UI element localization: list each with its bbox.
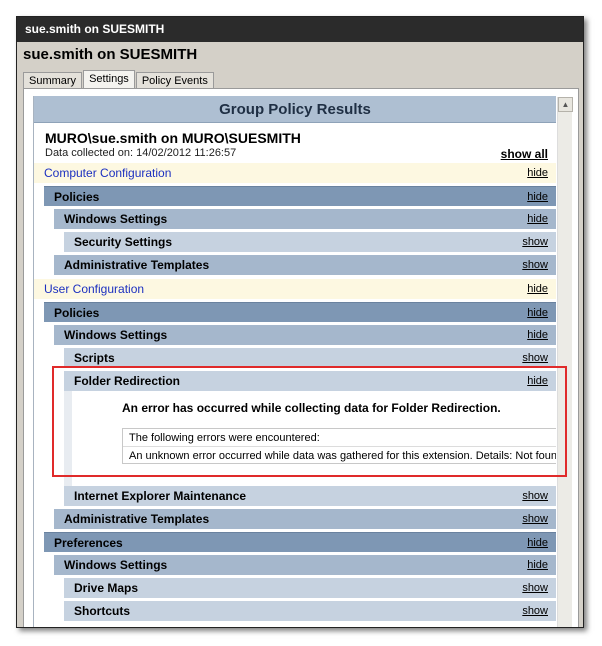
section-label: Policies (54, 190, 100, 204)
tab-strip: Summary Settings Policy Events (23, 70, 215, 89)
show-link[interactable]: show (522, 255, 548, 275)
folder-redirection-body: An error has occurred while collecting d… (64, 391, 556, 486)
show-all-link[interactable]: show all (501, 147, 548, 161)
section-label: Internet Explorer Maintenance (74, 489, 247, 503)
gp-report: Group Policy Results MURO\sue.smith on M… (33, 96, 556, 627)
section-user-configuration[interactable]: User Configuration hide (34, 279, 556, 299)
hide-link[interactable]: hide (527, 209, 548, 229)
section-label: Folder Redirection (74, 374, 181, 388)
section-preferences-windows-settings[interactable]: Windows Settings hide (54, 555, 556, 575)
section-computer-admin-templates[interactable]: Administrative Templates show (54, 255, 556, 275)
error-line: An unknown error occurred while data was… (123, 446, 556, 463)
section-shortcuts[interactable]: Shortcuts show (64, 601, 556, 621)
section-label: Windows Settings (64, 328, 168, 342)
user-line: MURO\sue.smith on MURO\SUESMITH (45, 130, 301, 146)
section-label: Scripts (74, 351, 115, 365)
section-label: Preferences (54, 536, 123, 550)
section-ie-maintenance[interactable]: Internet Explorer Maintenance show (64, 486, 556, 506)
page-title: sue.smith on SUESMITH (23, 46, 198, 63)
section-folder-redirection[interactable]: Folder Redirection hide (64, 371, 556, 391)
show-link[interactable]: show (522, 232, 548, 252)
section-scripts[interactable]: Scripts show (64, 348, 556, 368)
section-user-windows-settings[interactable]: Windows Settings hide (54, 325, 556, 345)
section-computer-policies[interactable]: Policies hide (44, 186, 556, 206)
hide-link[interactable]: hide (527, 187, 548, 207)
section-label: Policies (54, 306, 100, 320)
show-link[interactable]: show (522, 578, 548, 598)
section-user-admin-templates[interactable]: Administrative Templates show (54, 509, 556, 529)
hide-link[interactable]: hide (527, 279, 548, 299)
show-link[interactable]: show (522, 509, 548, 529)
hide-link[interactable]: hide (527, 371, 548, 391)
hide-link[interactable]: hide (527, 303, 548, 323)
data-collected-text: Data collected on: 14/02/2012 11:26:57 (45, 147, 237, 159)
hide-link[interactable]: hide (527, 533, 548, 553)
error-details-box: The following errors were encountered: A… (122, 428, 556, 464)
tab-settings[interactable]: Settings (83, 70, 135, 89)
show-link[interactable]: show (522, 348, 548, 368)
data-collected-line: Data collected on: 14/02/2012 11:26:57 s… (34, 147, 556, 162)
report-title: Group Policy Results (34, 96, 556, 123)
tab-summary[interactable]: Summary (23, 72, 83, 89)
section-computer-configuration[interactable]: Computer Configuration hide (34, 163, 556, 183)
section-label: Windows Settings (64, 212, 168, 226)
section-label: User Configuration (44, 282, 145, 296)
settings-panel: Group Policy Results MURO\sue.smith on M… (23, 88, 579, 627)
section-label: Drive Maps (74, 581, 139, 595)
hide-link[interactable]: hide (527, 325, 548, 345)
vertical-scrollbar[interactable]: ▲ (557, 97, 573, 627)
section-label: Administrative Templates (64, 512, 210, 526)
section-user-policies[interactable]: Policies hide (44, 302, 556, 322)
section-computer-windows-settings[interactable]: Windows Settings hide (54, 209, 556, 229)
section-label: Administrative Templates (64, 258, 210, 272)
hide-link[interactable]: hide (527, 555, 548, 575)
show-link[interactable]: show (522, 601, 548, 621)
section-preferences[interactable]: Preferences hide (44, 532, 556, 552)
show-link[interactable]: show (522, 486, 548, 506)
section-security-settings[interactable]: Security Settings show (64, 232, 556, 252)
section-label: Shortcuts (74, 604, 131, 618)
hide-link[interactable]: hide (527, 163, 548, 183)
section-label: Computer Configuration (44, 166, 172, 180)
error-line: The following errors were encountered: (129, 432, 320, 444)
scroll-up-arrow-icon[interactable]: ▲ (558, 97, 573, 112)
window-titlebar: sue.smith on SUESMITH (17, 17, 583, 42)
section-label: Windows Settings (64, 558, 168, 572)
section-drive-maps[interactable]: Drive Maps show (64, 578, 556, 598)
error-title: An error has occurred while collecting d… (122, 401, 501, 415)
section-label: Security Settings (74, 235, 173, 249)
app-window: sue.smith on SUESMITH sue.smith on SUESM… (16, 16, 584, 628)
tab-policy-events[interactable]: Policy Events (135, 72, 214, 89)
